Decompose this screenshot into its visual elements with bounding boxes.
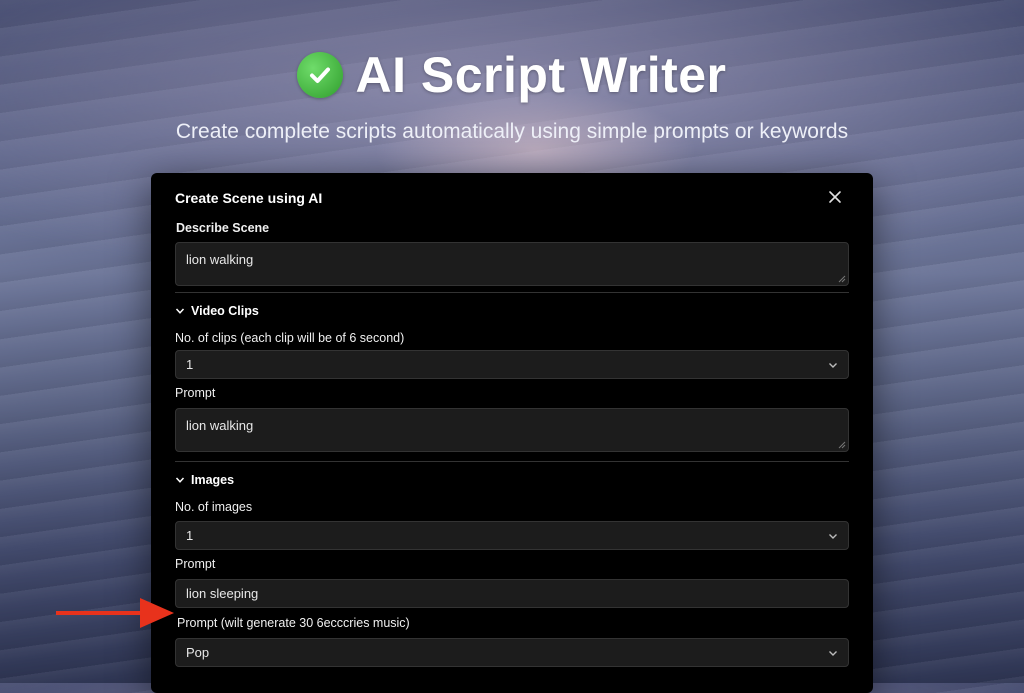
resize-handle-icon[interactable] xyxy=(838,441,846,449)
divider xyxy=(175,461,849,462)
divider xyxy=(175,292,849,293)
images-count-label: No. of images xyxy=(175,500,253,514)
video-clips-section-label: Video Clips xyxy=(191,304,259,318)
clips-count-value: 1 xyxy=(186,357,194,372)
page-title: AI Script Writer xyxy=(355,47,727,103)
images-section-label: Images xyxy=(191,473,235,487)
video-clips-section-toggle[interactable]: Video Clips xyxy=(175,304,259,318)
image-prompt-input[interactable]: lion sleeping xyxy=(175,579,849,608)
modal-title: Create Scene using AI xyxy=(175,190,323,206)
clips-count-select[interactable]: 1 xyxy=(175,350,849,379)
chevron-down-icon xyxy=(829,650,837,656)
describe-scene-value: lion walking xyxy=(186,252,254,267)
chevron-down-icon xyxy=(175,477,185,483)
image-prompt-value: lion sleeping xyxy=(186,586,259,601)
video-prompt-label: Prompt xyxy=(175,386,216,400)
images-section-toggle[interactable]: Images xyxy=(175,473,234,487)
describe-scene-label: Describe Scene xyxy=(176,221,270,235)
clips-count-label: No. of clips (each clip will be of 6 sec… xyxy=(175,331,405,345)
video-prompt-value: lion walking xyxy=(186,418,254,433)
resize-handle-icon[interactable] xyxy=(838,275,846,283)
check-mark-icon xyxy=(297,52,344,98)
page-subtitle: Create complete scripts automatically us… xyxy=(175,120,849,143)
chevron-down-icon xyxy=(829,362,837,368)
annotation-arrow-icon xyxy=(56,598,174,628)
music-genre-select[interactable]: Pop xyxy=(175,638,849,667)
music-prompt-label: Prompt (wilt generate 30 6ecccries music… xyxy=(177,616,410,630)
title-row: AI Script Writer xyxy=(0,46,1024,104)
images-count-value: 1 xyxy=(186,528,194,543)
video-prompt-textarea[interactable]: lion walking xyxy=(175,408,849,452)
chevron-down-icon xyxy=(829,533,837,539)
describe-scene-textarea[interactable]: lion walking xyxy=(175,242,849,286)
images-count-select[interactable]: 1 xyxy=(175,521,849,550)
image-prompt-label: Prompt xyxy=(175,557,216,571)
chevron-down-icon xyxy=(175,308,185,314)
create-scene-modal: Create Scene using AI Describe Scene lio… xyxy=(151,173,873,693)
close-icon[interactable] xyxy=(827,189,843,205)
music-genre-value: Pop xyxy=(186,645,210,660)
